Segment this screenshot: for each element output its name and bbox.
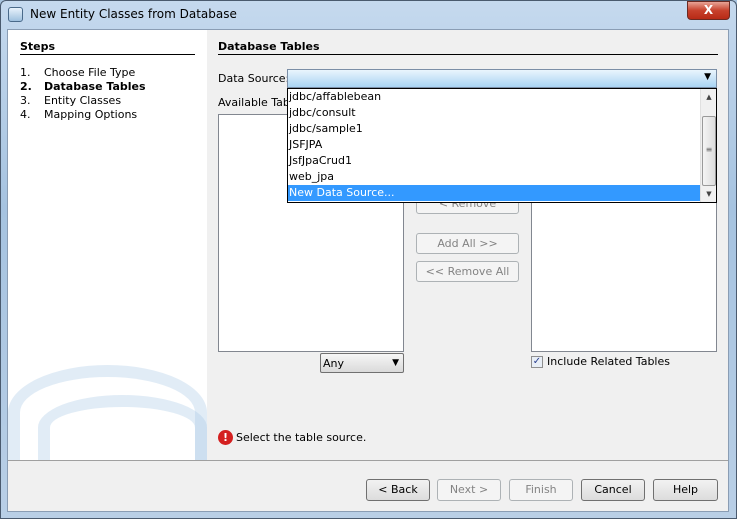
finish-button[interactable]: Finish — [509, 479, 573, 501]
chevron-down-icon: ▼ — [704, 72, 711, 82]
step-item-current: 2. Database Tables — [20, 80, 146, 93]
data-source-label: Data Source: — [218, 72, 290, 85]
app-icon — [8, 7, 23, 22]
step-item: 3. Entity Classes — [20, 94, 122, 107]
dropdown-option[interactable]: web_jpa — [288, 169, 700, 185]
chevron-down-icon: ▼ — [392, 358, 399, 368]
next-button[interactable]: Next > — [437, 479, 501, 501]
data-source-dropdown: jdbc/affablebean jdbc/consult jdbc/sampl… — [287, 88, 717, 203]
scroll-thumb[interactable]: ≡ — [702, 116, 716, 186]
error-icon: ! — [218, 430, 233, 445]
dropdown-scrollbar[interactable]: ▲ ≡ ▼ — [700, 89, 716, 202]
page-title: Database Tables — [218, 40, 320, 53]
scroll-up-icon[interactable]: ▲ — [701, 89, 717, 105]
dropdown-option[interactable]: jdbc/sample1 — [288, 121, 700, 137]
include-related-checkbox[interactable]: ✓ — [531, 356, 543, 368]
back-button[interactable]: < Back — [366, 479, 430, 501]
step-item: 1. Choose File Type — [20, 66, 136, 79]
cancel-button[interactable]: Cancel — [581, 479, 645, 501]
add-all-button[interactable]: Add All >> — [416, 233, 519, 254]
dropdown-option[interactable]: jdbc/affablebean — [288, 89, 700, 105]
window-title: New Entity Classes from Database — [30, 7, 237, 21]
decoration — [38, 395, 207, 460]
scroll-down-icon[interactable]: ▼ — [701, 186, 717, 202]
dropdown-option[interactable]: JsfJpaCrud1 — [288, 153, 700, 169]
help-button[interactable]: Help — [653, 479, 718, 501]
divider — [8, 460, 728, 461]
close-button[interactable]: X — [687, 1, 730, 20]
dropdown-option[interactable]: JSFJPA — [288, 137, 700, 153]
data-source-combo[interactable]: ▼ — [287, 69, 717, 88]
error-message: Select the table source. — [236, 431, 367, 444]
dropdown-option[interactable]: jdbc/consult — [288, 105, 700, 121]
steps-heading: Steps — [20, 40, 56, 53]
table-filter-combo[interactable]: Any ▼ — [320, 353, 404, 373]
divider — [218, 54, 718, 55]
include-related-label: Include Related Tables — [547, 355, 670, 368]
step-item: 4. Mapping Options — [20, 108, 138, 121]
dropdown-option-highlighted[interactable]: New Data Source... — [288, 185, 700, 201]
filter-value: Any — [323, 357, 345, 370]
steps-panel: Steps 1. Choose File Type 2. Database Tabl… — [8, 30, 207, 460]
divider — [20, 54, 195, 55]
remove-all-button[interactable]: << Remove All — [416, 261, 519, 282]
